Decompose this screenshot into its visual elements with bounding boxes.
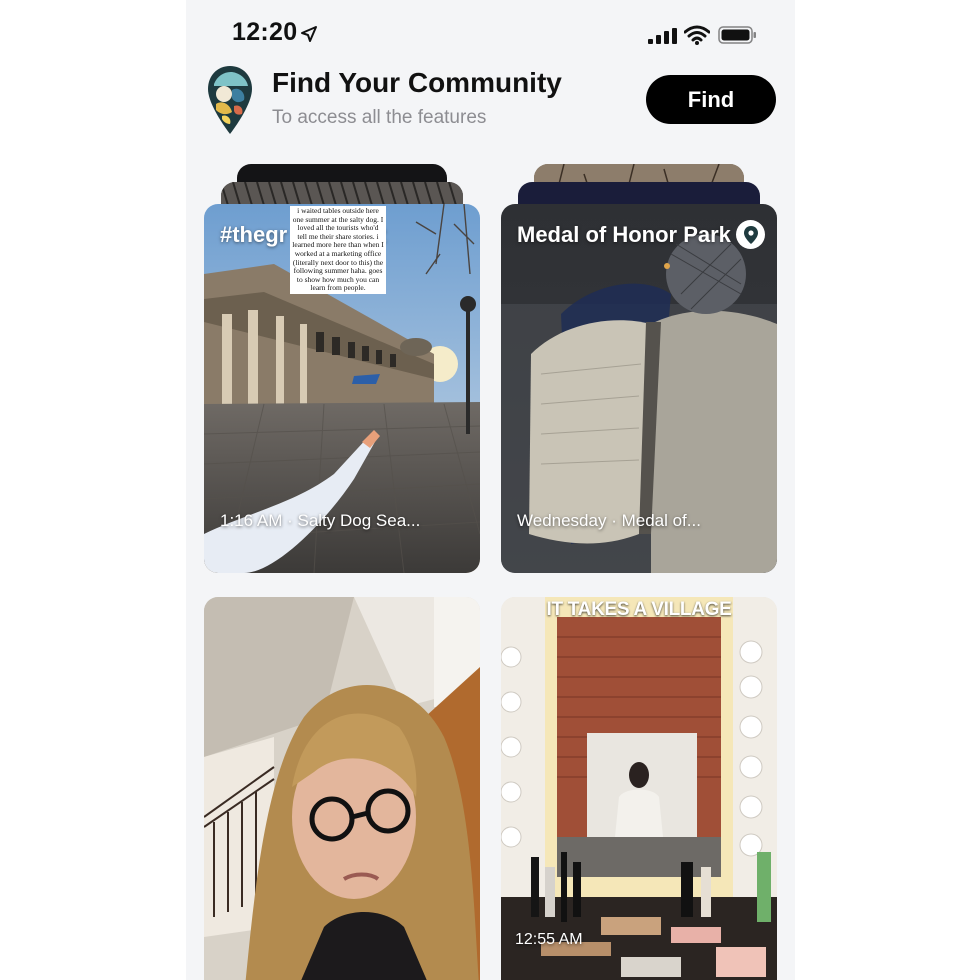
battery-icon xyxy=(718,26,756,44)
location-pin-button[interactable] xyxy=(736,220,765,249)
card-meta: Wednesday · Medal of... xyxy=(517,511,701,530)
selfie-photo xyxy=(204,597,480,980)
card-meta: 12:55 AM xyxy=(515,931,583,948)
community-pin-logo xyxy=(208,66,252,134)
overlay-banner-text: IT TAKES A VILLAGE xyxy=(546,599,732,620)
status-time: 12:20 xyxy=(232,18,298,46)
card-meta: 1:16 AM · Salty Dog Sea... xyxy=(220,511,421,530)
feed-card-market[interactable]: #thegrxxxxxject i waited tables outside … xyxy=(204,204,480,573)
find-button[interactable]: Find xyxy=(646,75,776,124)
map-pin-icon xyxy=(743,225,758,244)
card-title: Medal of Honor Park xyxy=(517,222,731,247)
feed-card-selfie[interactable] xyxy=(204,597,480,980)
location-arrow-icon xyxy=(301,26,317,42)
story-note: i waited tables outside here one summer … xyxy=(290,206,386,294)
page-title: Find Your Community xyxy=(272,67,562,98)
feed-card-village[interactable]: IT TAKES A VILLAGE 12:55 AM xyxy=(501,597,777,980)
page-subtitle: To access all the features xyxy=(272,107,487,128)
feed-card-park[interactable]: Medal of Honor Park Wednesday · Medal of… xyxy=(501,204,777,573)
app-screen: 12:20 Find Your Community To access all … xyxy=(186,0,795,980)
cellular-signal-icon xyxy=(648,28,677,44)
vanity-mirror-photo xyxy=(501,597,777,980)
wifi-icon xyxy=(684,25,710,45)
